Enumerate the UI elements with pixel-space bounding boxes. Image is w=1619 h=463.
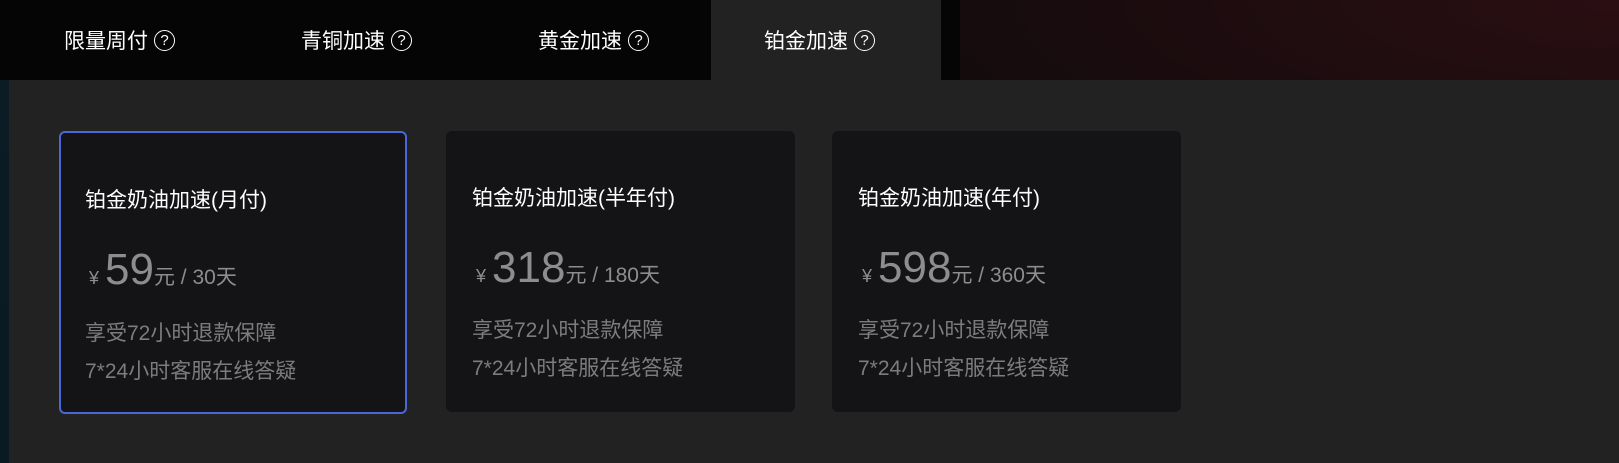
plan-price: ¥598元 / 360天 — [862, 243, 1046, 293]
plan-feature: 享受72小时退款保障 — [472, 319, 664, 342]
price-unit: 元 / 180天 — [565, 264, 660, 287]
plan-feature: 7*24小时客服在线答疑 — [858, 357, 1070, 380]
tab-bronze[interactable]: 青铜加速 ? — [237, 0, 474, 80]
plan-price: ¥59元 / 30天 — [89, 245, 237, 295]
tab-weekly[interactable]: 限量周付 ? — [0, 0, 237, 80]
plan-card-half-year[interactable]: 铂金奶油加速(半年付) ¥318元 / 180天 享受72小时退款保障 7*24… — [446, 131, 795, 412]
tab-label: 铂金加速 — [764, 30, 848, 53]
price-amount: 598 — [878, 243, 952, 292]
help-icon[interactable]: ? — [391, 29, 412, 51]
currency-symbol: ¥ — [862, 266, 873, 286]
tab-gold[interactable]: 黄金加速 ? — [474, 0, 711, 80]
help-icon[interactable]: ? — [628, 29, 649, 51]
help-icon[interactable]: ? — [854, 29, 875, 51]
price-unit: 元 / 360天 — [951, 264, 1046, 287]
price-amount: 318 — [492, 243, 566, 292]
plan-feature: 7*24小时客服在线答疑 — [85, 360, 297, 383]
plans-panel: 铂金奶油加速(月付) ¥59元 / 30天 享受72小时退款保障 7*24小时客… — [9, 80, 1619, 463]
tab-platinum[interactable]: 铂金加速 ? — [711, 0, 941, 80]
tab-label: 黄金加速 — [538, 30, 622, 53]
plan-title: 铂金奶油加速(月付) — [85, 189, 267, 212]
price-amount: 59 — [105, 245, 154, 294]
plan-title: 铂金奶油加速(半年付) — [472, 187, 675, 210]
tab-label: 青铜加速 — [301, 30, 385, 53]
plan-card-yearly[interactable]: 铂金奶油加速(年付) ¥598元 / 360天 享受72小时退款保障 7*24小… — [832, 131, 1181, 412]
plan-feature: 享受72小时退款保障 — [85, 322, 277, 345]
plan-tabs: 限量周付 ? 青铜加速 ? 黄金加速 ? 铂金加速 ? — [0, 0, 960, 80]
plan-feature: 享受72小时退款保障 — [858, 319, 1050, 342]
currency-symbol: ¥ — [476, 266, 487, 286]
currency-symbol: ¥ — [89, 268, 100, 288]
plan-feature: 7*24小时客服在线答疑 — [472, 357, 684, 380]
help-icon[interactable]: ? — [154, 29, 175, 51]
plan-title: 铂金奶油加速(年付) — [858, 187, 1040, 210]
price-unit: 元 / 30天 — [153, 266, 237, 289]
plan-card-monthly[interactable]: 铂金奶油加速(月付) ¥59元 / 30天 享受72小时退款保障 7*24小时客… — [59, 131, 407, 414]
tab-label: 限量周付 — [64, 30, 148, 53]
plan-price: ¥318元 / 180天 — [476, 243, 660, 293]
